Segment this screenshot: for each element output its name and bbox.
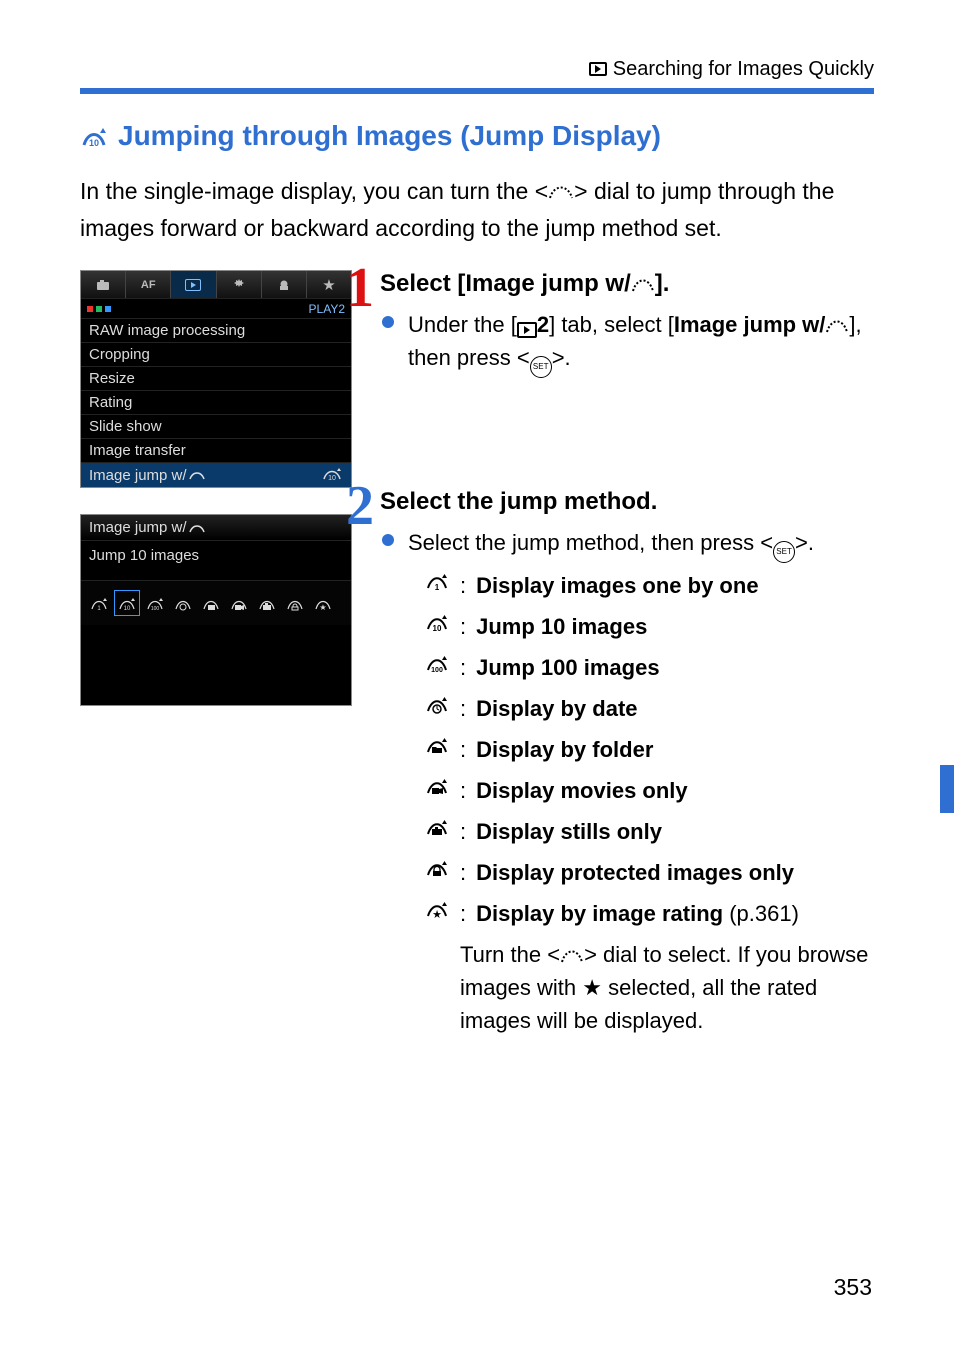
panel2-title: Image jump w/ — [81, 515, 351, 541]
step-2: 2 Select the jump method. Select the jum… — [378, 488, 874, 1037]
jump-date-symbol — [424, 692, 450, 714]
section-side-tab — [940, 765, 954, 813]
jump-item-rating: ★ : Display by image rating (p.361) — [424, 897, 874, 930]
jump-item-date: : Display by date — [424, 692, 874, 725]
jump-method-screenshot: Image jump w/ Jump 10 images 1 10 100 ★ — [80, 514, 352, 706]
playback-tab-icon — [517, 322, 537, 338]
t: >. — [552, 345, 571, 370]
menu-list: RAW image processing Cropping Resize Rat… — [81, 319, 351, 487]
t: Image jump w/ — [674, 312, 826, 337]
main-dial-icon — [548, 175, 574, 211]
jump-item-100: 100 : Jump 100 images — [424, 651, 874, 684]
jump-1-symbol: 1 — [424, 569, 450, 591]
jump-100-symbol: 100 — [424, 651, 450, 673]
section-heading: 10 Jumping through Images (Jump Display) — [80, 120, 874, 152]
tab-setup — [217, 271, 262, 298]
tab-playback — [171, 271, 216, 298]
panel2-desc: Jump 10 images — [81, 541, 351, 581]
jump-100-icon: 100 — [143, 591, 167, 615]
menu-item: RAW image processing — [81, 319, 351, 343]
step-number-1: 1 — [346, 260, 374, 316]
menu-tabs: AF ★ — [81, 271, 351, 299]
step2-bullet: Select the jump method, then press <SET>… — [378, 526, 874, 563]
svg-text:10: 10 — [89, 138, 99, 147]
jump-item-10: 10 : Jump 10 images — [424, 610, 874, 643]
jump-item-movie: : Display movies only — [424, 774, 874, 807]
jump-method-list: 1 : Display images one by one 10 : Jump … — [378, 569, 874, 930]
jump-item-protect: : Display protected images only — [424, 856, 874, 889]
tab-custom — [262, 271, 307, 298]
bullet-dot-icon — [382, 534, 394, 546]
step2-title: Select the jump method. — [378, 488, 874, 516]
breadcrumb-text: Searching for Images Quickly — [613, 58, 874, 81]
t: Select the jump method, then press < — [408, 530, 773, 555]
menu-item: Slide show — [81, 415, 351, 439]
svg-text:100: 100 — [151, 606, 160, 611]
jump-1-icon: 1 — [87, 591, 111, 615]
t: >. — [795, 530, 814, 555]
intro-paragraph: In the single-image display, you can tur… — [80, 174, 874, 246]
step-number-2: 2 — [346, 478, 374, 534]
jump-item-1: 1 : Display images one by one — [424, 569, 874, 602]
page-ref: (p.361) — [723, 901, 799, 926]
jump-still-icon — [255, 591, 279, 615]
tab-af: AF — [126, 271, 171, 298]
jump-rating-icon: ★ — [311, 591, 335, 615]
tab-mymenu: ★ — [307, 271, 351, 298]
jump-folder-symbol — [424, 733, 450, 755]
heading-rule — [80, 88, 874, 94]
svg-text:1: 1 — [97, 606, 101, 611]
page-dots — [87, 306, 111, 312]
jump-date-icon — [171, 591, 195, 615]
jump-folder-icon — [199, 591, 223, 615]
rating-extra-text: Turn the <> dial to select. If you brows… — [378, 938, 874, 1037]
jump-method-icons: 1 10 100 ★ — [81, 581, 351, 625]
t: ] tab, select [ — [549, 312, 674, 337]
heading-text: Jumping through Images (Jump Display) — [118, 120, 661, 152]
jump-rating-symbol: ★ — [424, 897, 450, 919]
menu-item: Image transfer — [81, 439, 351, 463]
jump-still-symbol — [424, 815, 450, 837]
set-button-icon: SET — [530, 356, 552, 378]
svg-text:100: 100 — [431, 667, 443, 673]
step-1: 1 Select [Image jump w/]. Under the [2] … — [378, 270, 874, 378]
menu-item-label: Image jump w/ — [89, 467, 187, 484]
jump-10-glyph: 10 — [321, 465, 343, 485]
jump-movie-symbol — [424, 774, 450, 796]
svg-text:10: 10 — [328, 475, 336, 481]
menu-item: Rating — [81, 391, 351, 415]
jump-protect-icon — [283, 591, 307, 615]
playback-icon — [589, 62, 607, 76]
menu-subtabs: PLAY2 — [81, 299, 351, 319]
camera-menu-screenshot: AF ★ PLAY2 RAW image processing Cropping… — [80, 270, 352, 488]
step1-bullet: Under the [ 2] tab, select [Image jump w/… — [378, 308, 874, 378]
t: Under the [ — [408, 312, 517, 337]
play2-label: PLAY2 — [309, 302, 345, 316]
menu-item: Cropping — [81, 343, 351, 367]
jump-item-still: : Display stills only — [424, 815, 874, 848]
bullet-dot-icon — [382, 316, 394, 328]
tab-shoot — [81, 271, 126, 298]
jump-movie-icon — [227, 591, 251, 615]
page-number: 353 — [834, 1274, 872, 1301]
svg-text:1: 1 — [435, 583, 440, 591]
step1-title: Select [Image jump w/]. — [378, 270, 874, 298]
tab-number: 2 — [537, 312, 549, 337]
menu-item: Resize — [81, 367, 351, 391]
svg-text:★: ★ — [319, 603, 326, 611]
jump-protect-symbol — [424, 856, 450, 878]
svg-text:10: 10 — [124, 606, 131, 611]
svg-text:10: 10 — [433, 624, 442, 632]
jump-10-symbol: 10 — [424, 610, 450, 632]
intro-pre: In the single-image display, you can tur… — [80, 178, 548, 204]
jump-section-icon: 10 — [80, 125, 108, 147]
menu-item-selected: Image jump w/ 10 — [81, 463, 351, 487]
set-button-icon: SET — [773, 541, 795, 563]
jump-item-folder: : Display by folder — [424, 733, 874, 766]
star-icon: ★ — [582, 975, 602, 1000]
breadcrumb: Searching for Images Quickly — [0, 56, 954, 82]
jump-10-icon: 10 — [115, 591, 139, 615]
svg-text:★: ★ — [432, 909, 442, 919]
